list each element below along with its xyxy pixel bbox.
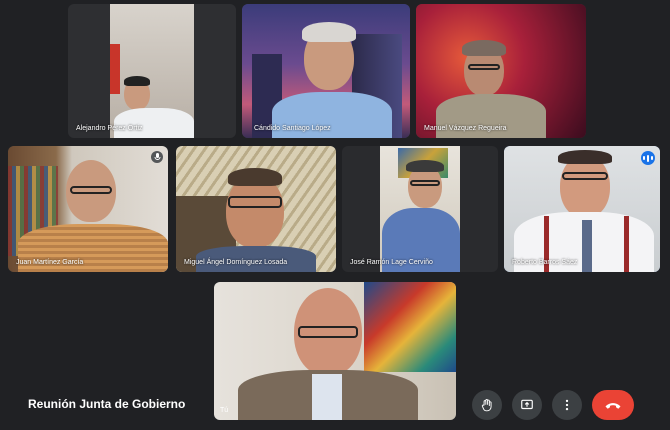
more-vert-icon <box>565 399 569 411</box>
more-options-button[interactable] <box>552 390 582 420</box>
participant-hair <box>302 22 356 42</box>
wall-detail <box>110 44 120 94</box>
participant-hair <box>228 168 282 186</box>
participant-name: Alejandro Pérez Ortiz <box>76 125 143 132</box>
participant-name: Juan Martínez García <box>16 259 84 266</box>
tapestry <box>364 282 456 372</box>
participant-shirt <box>114 108 194 138</box>
participant-name: Miguel Ángel Domínguez Losada <box>184 259 288 266</box>
participant-hair <box>558 150 612 164</box>
call-end-icon <box>605 403 621 409</box>
participant-tile-1[interactable]: Alejandro Pérez Ortiz <box>68 4 236 138</box>
participant-hair <box>406 160 444 172</box>
participant-name: José Ramón Lage Cerviño <box>350 259 433 266</box>
participant-tile-4[interactable]: Juan Martínez García <box>8 146 168 272</box>
participant-tile-7[interactable]: Roberto Barros Sáez <box>504 146 660 272</box>
glasses <box>468 64 500 70</box>
hand-icon <box>481 398 492 412</box>
glasses <box>70 186 112 194</box>
participant-name: Roberto Barros Sáez <box>512 259 578 266</box>
meeting-title: Reunión Junta de Gobierno <box>28 397 186 411</box>
glasses <box>228 196 282 208</box>
present-screen-button[interactable] <box>512 390 542 420</box>
participant-tile-6[interactable]: José Ramón Lage Cerviño <box>342 146 498 272</box>
glasses <box>298 326 358 338</box>
participant-tile-2[interactable]: Cándido Santiago López <box>242 4 410 138</box>
glasses <box>562 172 608 180</box>
raise-hand-button[interactable] <box>472 390 502 420</box>
present-screen-icon <box>521 399 533 410</box>
mic-muted-icon <box>151 151 163 163</box>
participant-tile-5[interactable]: Miguel Ángel Domínguez Losada <box>176 146 336 272</box>
participant-hair <box>124 76 150 86</box>
suspender-right <box>624 216 629 272</box>
participant-name: Cándido Santiago López <box>254 125 331 132</box>
end-call-button[interactable] <box>592 390 634 420</box>
tie <box>582 220 592 272</box>
participant-hair <box>462 40 506 56</box>
participant-tile-3[interactable]: Manuel Vázquez Regueira <box>416 4 586 138</box>
glasses <box>410 180 440 186</box>
speaking-indicator-icon <box>641 151 655 165</box>
participant-name: Manuel Vázquez Regueira <box>424 125 507 132</box>
